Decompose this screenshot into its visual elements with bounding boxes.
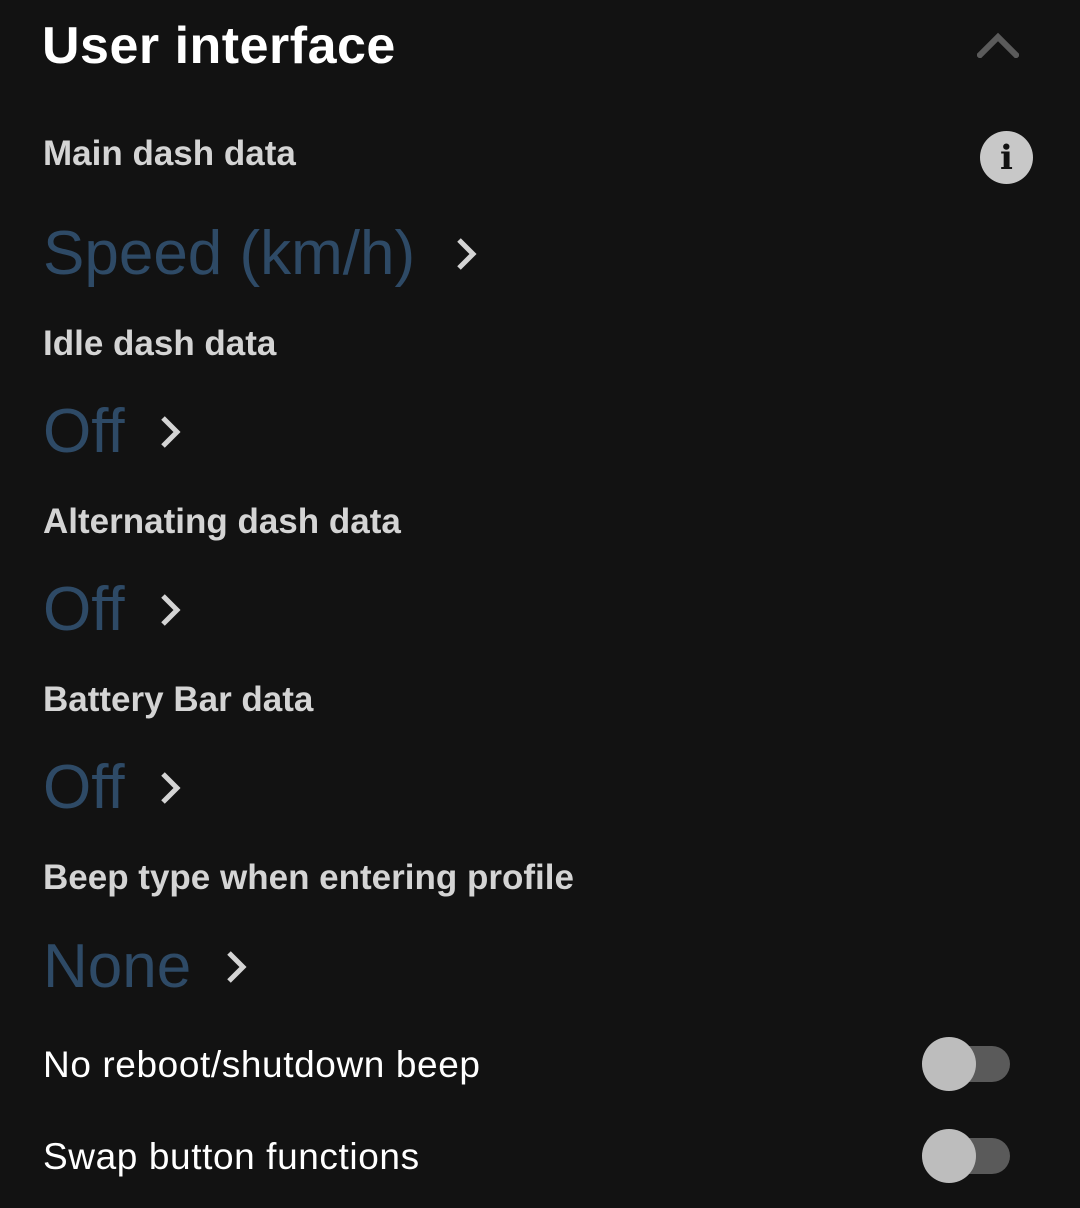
info-button[interactable]: i [980,131,1033,184]
chevron-right-icon [451,234,481,274]
alternating-dash-label: Alternating dash data [43,502,401,541]
toggle-thumb [922,1129,976,1183]
collapse-section-button[interactable] [970,22,1026,68]
beep-type-selector[interactable]: None [43,929,251,1005]
alternating-dash-selector[interactable]: Off [43,572,185,648]
chevron-right-icon [155,412,185,452]
alternating-dash-value: Off [43,575,125,644]
chevron-right-icon [221,947,251,987]
chevron-right-icon [155,768,185,808]
main-dash-label: Main dash data [43,134,296,173]
chevron-right-icon [155,590,185,630]
battery-bar-selector[interactable]: Off [43,750,185,826]
main-dash-selector[interactable]: Speed (km/h) [43,216,481,292]
battery-bar-label: Battery Bar data [43,680,314,719]
idle-dash-label: Idle dash data [43,324,277,363]
main-dash-value: Speed (km/h) [43,219,416,288]
idle-dash-selector[interactable]: Off [43,394,185,470]
toggle-thumb [922,1037,976,1091]
swap-buttons-label: Swap button functions [43,1136,420,1177]
idle-dash-value: Off [43,397,125,466]
section-title: User interface [42,17,396,75]
beep-type-label: Beep type when entering profile [43,858,574,897]
info-icon: i [1000,137,1013,178]
beep-type-value: None [43,932,192,1001]
swap-buttons-toggle[interactable] [922,1129,1012,1183]
no-reboot-beep-toggle[interactable] [922,1037,1012,1091]
battery-bar-value: Off [43,753,125,822]
no-reboot-beep-label: No reboot/shutdown beep [43,1044,481,1085]
chevron-up-icon [977,32,1019,58]
